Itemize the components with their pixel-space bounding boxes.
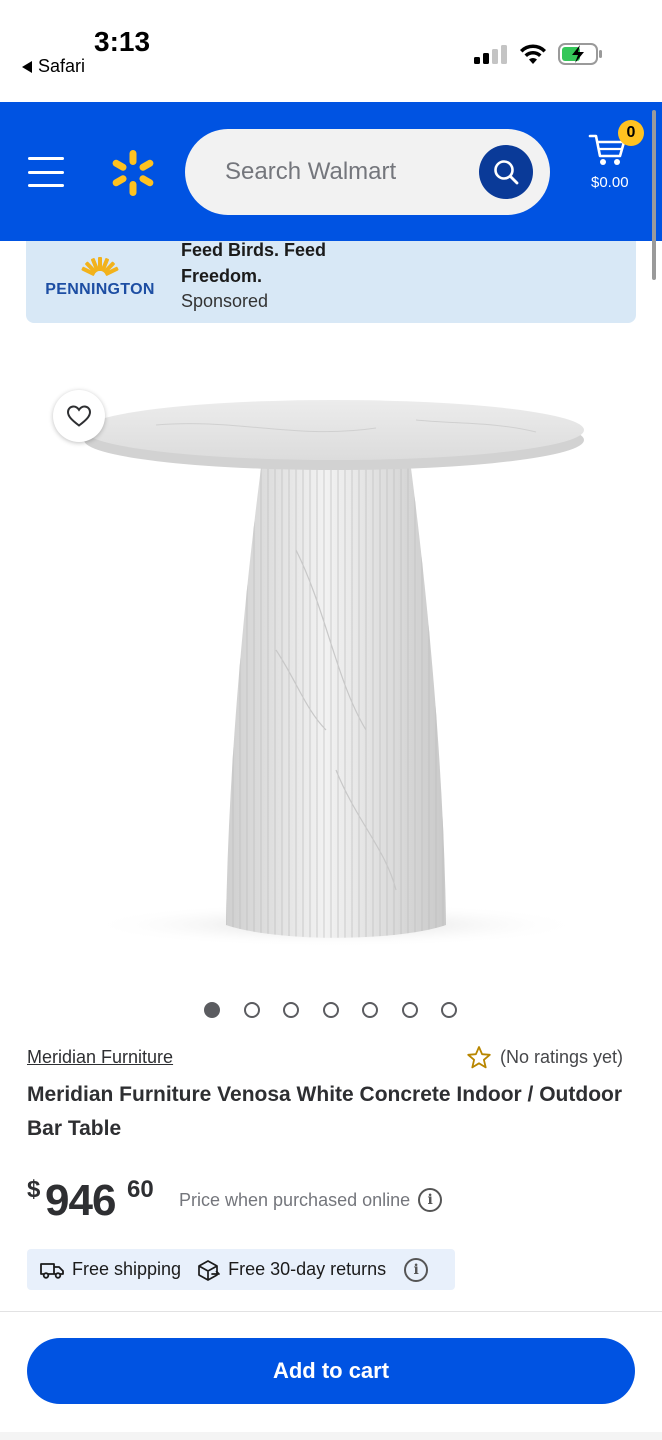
carousel-dot[interactable] — [204, 1002, 220, 1018]
walmart-spark-logo-icon[interactable] — [108, 148, 158, 198]
product-title: Meridian Furniture Venosa White Concrete… — [27, 1083, 623, 1140]
free-returns-badge: Free 30-day returns — [195, 1258, 386, 1282]
free-shipping-badge: Free shipping — [39, 1259, 181, 1280]
cart-count-badge: 0 — [618, 120, 644, 146]
search-icon — [494, 160, 519, 185]
favorite-button[interactable] — [53, 390, 105, 442]
price-note: Price when purchased online i — [179, 1188, 443, 1212]
sunburst-icon — [81, 257, 119, 276]
carousel-dot[interactable] — [362, 1002, 378, 1018]
info-icon[interactable]: i — [404, 1257, 429, 1282]
search-bar[interactable]: Search Walmart — [185, 129, 550, 215]
rating-text: (No ratings yet) — [500, 1047, 624, 1067]
sponsored-banner[interactable]: PENNINGTON Feed Birds. Feed Freedom. Spo… — [26, 241, 636, 323]
menu-line-icon — [28, 157, 64, 160]
pennington-logo: PENNINGTON — [40, 249, 160, 309]
price-dollars: 946 — [45, 1176, 116, 1225]
battery-charging-icon — [558, 43, 602, 65]
free-returns-text: Free 30-day returns — [228, 1259, 387, 1279]
back-triangle-icon — [22, 60, 32, 73]
bottom-edge — [0, 1432, 662, 1440]
walmart-header: Search Walmart 0 $0.00 — [0, 102, 662, 241]
image-carousel-dots — [0, 1002, 662, 1020]
status-bar: 3:13 Safari — [0, 0, 662, 102]
page-scrollbar[interactable] — [652, 110, 656, 280]
menu-line-icon — [28, 184, 64, 187]
ad-brand-name: PENNINGTON — [45, 281, 155, 298]
brand-link[interactable]: Meridian Furniture — [27, 1047, 173, 1068]
sponsored-label: Sponsored — [181, 291, 269, 311]
info-icon[interactable]: i — [418, 1188, 443, 1212]
rating-summary[interactable]: (No ratings yet) — [466, 1045, 623, 1070]
free-shipping-text: Free shipping — [72, 1259, 182, 1279]
heart-icon — [66, 405, 92, 427]
ad-headline: Feed Birds. Feed Freedom. — [181, 241, 327, 286]
truck-icon — [40, 1262, 64, 1279]
price-cents: 60 — [127, 1176, 154, 1203]
price-note-text: Price when purchased online — [179, 1189, 411, 1210]
carousel-dot[interactable] — [323, 1002, 339, 1018]
price-currency: $ — [27, 1176, 41, 1203]
carousel-dot[interactable] — [402, 1002, 418, 1018]
search-input[interactable]: Search Walmart — [225, 158, 396, 186]
fulfillment-badges: Free shipping Free 30-day returns i — [27, 1249, 455, 1290]
back-to-safari[interactable]: Safari — [22, 56, 85, 77]
add-to-cart-button[interactable]: Add to cart — [27, 1338, 635, 1404]
cart-button[interactable]: 0 $0.00 — [588, 120, 650, 202]
menu-line-icon — [28, 170, 64, 174]
carousel-dot[interactable] — [244, 1002, 260, 1018]
search-button[interactable] — [479, 145, 533, 199]
menu-button[interactable] — [28, 157, 64, 187]
product-image[interactable] — [36, 350, 626, 950]
divider — [0, 1311, 662, 1312]
cart-total: $0.00 — [591, 174, 629, 191]
back-app-label: Safari — [38, 56, 86, 76]
status-time: 3:13 — [94, 26, 151, 57]
return-box-icon — [198, 1259, 220, 1281]
cellular-signal-icon — [474, 45, 507, 64]
carousel-dot[interactable] — [283, 1002, 299, 1018]
carousel-dot[interactable] — [441, 1002, 457, 1018]
wifi-icon — [520, 44, 546, 64]
star-outline-icon — [467, 1046, 491, 1069]
